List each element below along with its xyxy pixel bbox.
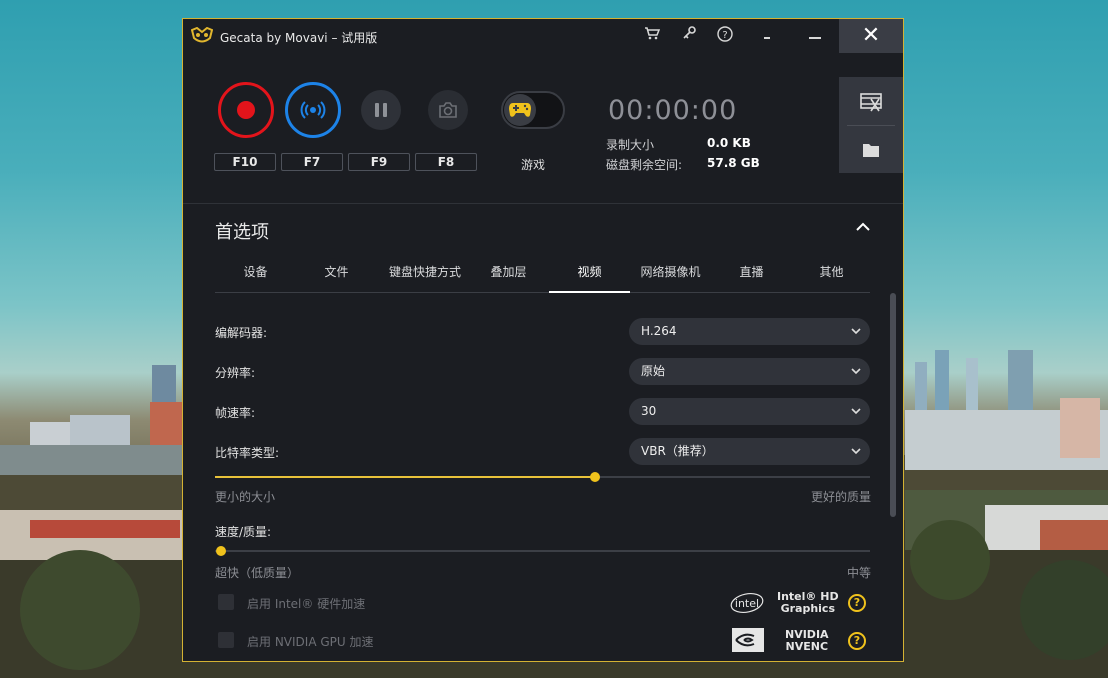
screenshot-hotkey[interactable]: F8 xyxy=(415,153,477,171)
gamepad-icon xyxy=(509,103,531,117)
nvidia-product-line2: NVENC xyxy=(785,640,829,653)
film-scissors-icon xyxy=(860,93,882,112)
svg-text:?: ? xyxy=(722,30,727,41)
intel-acceleration-label: 启用 Intel® 硬件加速 xyxy=(247,597,366,611)
game-mode-toggle[interactable] xyxy=(501,91,565,129)
chevron-down-icon xyxy=(851,368,861,375)
recording-size-value: 0.0 KB xyxy=(707,136,751,150)
scrollbar[interactable] xyxy=(890,293,896,517)
recording-size-label: 录制大小 xyxy=(606,138,655,152)
stream-hotkey[interactable]: F7 xyxy=(281,153,343,171)
framerate-value: 30 xyxy=(641,404,657,418)
preferences-tabs: 设备 文件 键盘快捷方式 叠加层 视频 网络摄像机 直播 其他 xyxy=(215,255,870,293)
pause-icon xyxy=(375,103,387,117)
codec-select[interactable]: H.264 xyxy=(629,318,870,345)
intel-product-line2: Graphics xyxy=(780,602,835,615)
disk-space-label: 磁盘剩余空间: xyxy=(606,158,683,172)
nvidia-product-label: NVIDIA NVENC xyxy=(785,629,829,653)
section-divider xyxy=(183,203,903,204)
cart-icon[interactable] xyxy=(642,26,662,46)
gecata-logo-icon xyxy=(191,27,213,43)
speed-max-label: 中等 xyxy=(846,566,871,580)
tab-files[interactable]: 文件 xyxy=(296,255,377,291)
record-icon xyxy=(237,101,255,119)
intel-help-icon[interactable]: ? xyxy=(848,594,866,612)
intel-product-label: Intel® HD Graphics xyxy=(777,591,839,615)
side-panel-divider xyxy=(847,125,895,126)
nvidia-help-icon[interactable]: ? xyxy=(848,632,866,650)
game-mode-label: 游戏 xyxy=(521,158,546,172)
minimize-icon[interactable] xyxy=(805,26,825,46)
preferences-title: 首选项 xyxy=(215,222,269,243)
quality-slider[interactable] xyxy=(215,472,870,482)
codec-label: 编解码器: xyxy=(215,326,268,340)
pause-button[interactable] xyxy=(361,90,401,130)
open-folder-button[interactable] xyxy=(855,137,887,165)
collapse-preferences-button[interactable] xyxy=(853,217,873,237)
speed-min-label: 超快（低质量） xyxy=(215,566,300,580)
intel-acceleration-checkbox[interactable] xyxy=(218,594,234,610)
resolution-value: 原始 xyxy=(641,364,666,378)
folder-icon xyxy=(863,144,879,157)
chevron-up-icon xyxy=(856,222,870,231)
nvidia-acceleration-label: 启用 NVIDIA GPU 加速 xyxy=(247,635,374,649)
tab-webcam[interactable]: 网络摄像机 xyxy=(630,255,711,291)
minimize-alt-icon[interactable] xyxy=(758,26,778,46)
bitrate-select[interactable]: VBR（推荐） xyxy=(629,438,870,465)
bitrate-value: VBR（推荐） xyxy=(641,444,714,458)
pause-hotkey[interactable]: F9 xyxy=(348,153,410,171)
quality-slider-thumb[interactable] xyxy=(589,472,600,482)
app-window: Gecata by Movavi – 试用版 ? ✕ F10 F7 F9 F8 … xyxy=(182,18,904,662)
toggle-knob xyxy=(504,94,536,126)
codec-value: H.264 xyxy=(641,324,677,338)
framerate-select[interactable]: 30 xyxy=(629,398,870,425)
key-icon[interactable] xyxy=(679,26,699,46)
intel-logo-icon: intel xyxy=(730,592,764,614)
speed-slider-thumb[interactable] xyxy=(216,546,226,556)
close-button[interactable]: ✕ xyxy=(839,19,903,53)
nvidia-acceleration-checkbox[interactable] xyxy=(218,632,234,648)
video-editor-button[interactable] xyxy=(855,89,887,117)
tab-other[interactable]: 其他 xyxy=(791,255,872,291)
tab-overlay[interactable]: 叠加层 xyxy=(468,255,549,291)
bitrate-label: 比特率类型: xyxy=(215,446,280,460)
disk-space-value: 57.8 GB xyxy=(707,156,760,170)
speed-slider[interactable] xyxy=(215,546,870,556)
chevron-down-icon xyxy=(851,328,861,335)
tab-hotkeys[interactable]: 键盘快捷方式 xyxy=(382,255,468,291)
chevron-down-icon xyxy=(851,448,861,455)
resolution-select[interactable]: 原始 xyxy=(629,358,870,385)
close-icon: ✕ xyxy=(861,23,881,48)
recording-timer: 00:00:00 xyxy=(608,95,738,126)
tab-devices[interactable]: 设备 xyxy=(215,255,296,291)
quality-slider-fill xyxy=(215,476,595,478)
record-button[interactable] xyxy=(218,82,274,138)
tab-streaming[interactable]: 直播 xyxy=(711,255,792,291)
camera-icon xyxy=(439,102,457,118)
window-title: Gecata by Movavi – 试用版 xyxy=(220,31,378,45)
stream-button[interactable] xyxy=(285,82,341,138)
framerate-label: 帧速率: xyxy=(215,406,256,420)
screenshot-button[interactable] xyxy=(428,90,468,130)
help-icon[interactable]: ? xyxy=(715,26,735,46)
speed-label: 速度/质量: xyxy=(215,525,272,539)
side-panel xyxy=(839,77,903,173)
quality-max-label: 更好的质量 xyxy=(810,490,871,504)
tab-video[interactable]: 视频 xyxy=(549,255,630,293)
quality-min-label: 更小的大小 xyxy=(215,490,276,504)
record-hotkey[interactable]: F10 xyxy=(214,153,276,171)
nvidia-logo-icon xyxy=(732,628,764,652)
title-bar: Gecata by Movavi – 试用版 ? ✕ xyxy=(183,19,903,53)
broadcast-icon xyxy=(300,101,326,119)
resolution-label: 分辨率: xyxy=(215,366,256,380)
intel-brand-text: intel xyxy=(735,597,759,610)
chevron-down-icon xyxy=(851,408,861,415)
